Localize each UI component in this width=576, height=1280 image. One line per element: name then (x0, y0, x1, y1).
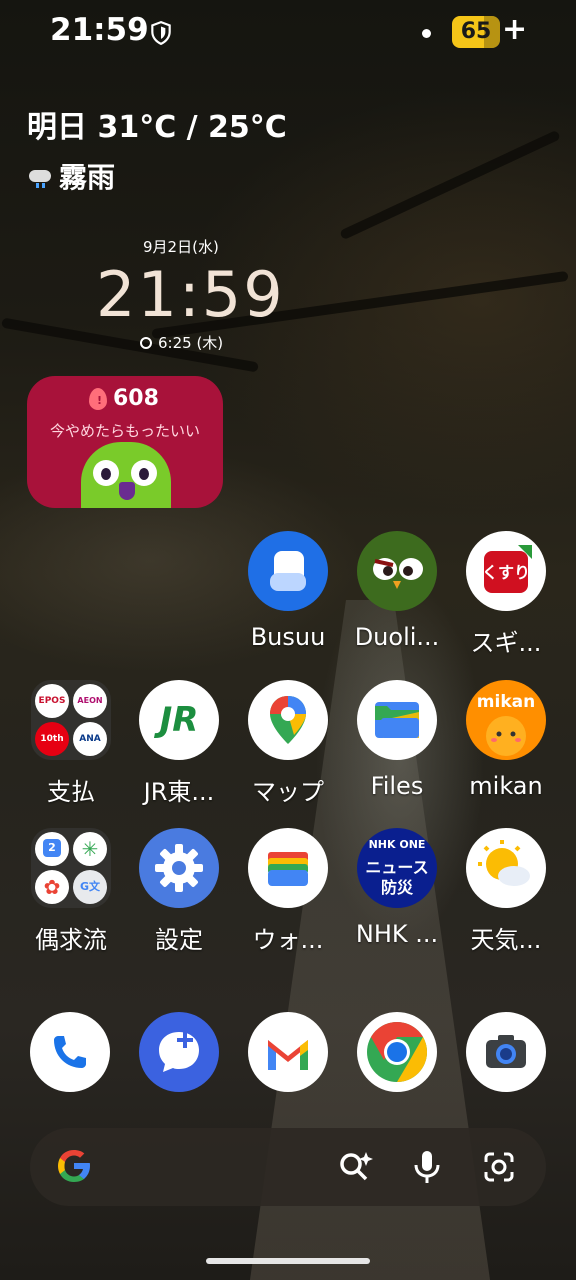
dock-phone[interactable] (30, 1012, 110, 1092)
app-duolingo[interactable]: Duoli... (342, 531, 452, 651)
app-files[interactable]: Files (342, 680, 452, 800)
dock-messages[interactable] (139, 1012, 219, 1092)
app-label: スギ... (470, 629, 542, 657)
nhk-logo-line1: NHK ONE (368, 838, 426, 851)
weather-temperature[interactable]: 明日 31°C / 25°C (27, 102, 287, 146)
nhk-logo-line3: 防災 (380, 878, 413, 897)
google-lens-icon[interactable] (480, 1148, 518, 1186)
alarm-time: 6:25 (木) (158, 334, 224, 352)
app-wallet[interactable]: ウォ... (233, 828, 343, 955)
battery-level: 65 (460, 19, 492, 44)
app-label: Files (370, 772, 424, 800)
weather-condition[interactable]: 霧雨 (27, 156, 115, 196)
aeon-icon: AEON (73, 684, 107, 718)
duolingo-widget[interactable]: 608 今やめたらもったいい (27, 376, 223, 508)
folder-icon: 2 ✳ ✿ G文 (31, 828, 111, 908)
app-maps[interactable]: マップ (233, 680, 343, 807)
calendar-icon: 2 (35, 832, 69, 866)
files-icon (357, 680, 437, 760)
maps-icon (248, 680, 328, 760)
alarm-icon (140, 336, 152, 349)
clock-time[interactable]: 21:59 (96, 258, 285, 331)
sugi-icon: くすり (466, 531, 546, 611)
app-label: 支払 (47, 778, 95, 806)
notification-dot-icon (422, 29, 431, 38)
jr-east-icon: JR (139, 680, 219, 760)
app-label: Busuu (250, 623, 326, 651)
duolingo-icon (357, 531, 437, 611)
nhk-icon: NHK ONE ニュース 防災 (357, 828, 437, 908)
microphone-icon[interactable] (408, 1148, 446, 1186)
status-time: 21:59 (50, 12, 149, 48)
app-misc-folder[interactable]: 2 ✳ ✿ G文 偶求流 (16, 828, 126, 955)
google-logo-icon (58, 1150, 90, 1182)
translate-icon: G文 (73, 870, 107, 904)
ai-search-icon[interactable] (336, 1148, 374, 1186)
dock-chrome[interactable] (357, 1012, 437, 1092)
ana-icon: ANA (73, 722, 107, 756)
app-payment-folder[interactable]: EPOS AEON 10th ANA 支払 (16, 680, 126, 807)
background-branch (339, 129, 561, 241)
clock-alarm[interactable]: 6:25 (木) (140, 332, 223, 353)
streak-count: 608 (113, 386, 159, 411)
settings-icon (139, 828, 219, 908)
app-label: NHK ... (355, 920, 439, 948)
shield-icon (151, 21, 171, 46)
app-settings[interactable]: 設定 (124, 828, 234, 955)
mikan-icon: mikan (466, 680, 546, 760)
navigation-gesture-handle[interactable] (206, 1258, 370, 1264)
svg-text:くすり: くすり (482, 563, 530, 582)
weather-condition-text: 霧雨 (59, 161, 116, 194)
app-nhk[interactable]: NHK ONE ニュース 防災 NHK ... (342, 828, 452, 948)
ten-icon: 10th (35, 722, 69, 756)
app-label: 偶求流 (35, 926, 107, 954)
app-weather[interactable]: 天気... (451, 828, 561, 955)
photos-icon: ✿ (35, 870, 69, 904)
epos-icon: EPOS (35, 684, 69, 718)
google-search-bar[interactable] (30, 1128, 546, 1206)
app-label: mikan (469, 772, 543, 800)
battery-indicator: 65 (452, 16, 500, 48)
app-label: Duoli... (354, 623, 440, 651)
app-label: 天気... (470, 926, 542, 954)
app-jr-east[interactable]: JR JR東... (124, 680, 234, 807)
app-label: 設定 (155, 926, 203, 954)
drizzle-cloud-icon (27, 164, 53, 188)
dock-gmail[interactable] (248, 1012, 328, 1092)
app-label: マップ (252, 778, 324, 806)
folder-icon: EPOS AEON 10th ANA (31, 680, 111, 760)
app-label: ウォ... (252, 926, 324, 954)
flame-icon (89, 387, 107, 410)
weather-sun-cloud-icon (466, 828, 546, 908)
streak-counter: 608 (89, 386, 159, 411)
wallet-icon (248, 828, 328, 908)
duo-owl-icon (81, 442, 171, 508)
app-label: JR東... (143, 778, 215, 806)
app-mikan[interactable]: mikan mikan (451, 680, 561, 800)
busuu-icon (248, 531, 328, 611)
app-sugi[interactable]: くすり スギ... (451, 531, 561, 658)
status-bar: 21:59 65 + (0, 0, 576, 66)
app-busuu[interactable]: Busuu (233, 531, 343, 651)
camera-icon (486, 1035, 526, 1068)
gmail-icon (268, 1040, 308, 1070)
duolingo-message: 今やめたらもったいい (49, 422, 200, 440)
phone-icon (54, 1036, 86, 1068)
battery-saver-plus: + (502, 12, 528, 47)
jr-logo: JR (159, 700, 199, 740)
dock-camera[interactable] (466, 1012, 546, 1092)
pinwheel-icon: ✳ (73, 832, 107, 866)
chrome-icon (367, 1022, 428, 1082)
messages-icon (159, 1032, 199, 1072)
clock-date[interactable]: 9月2日(水) (143, 236, 219, 257)
